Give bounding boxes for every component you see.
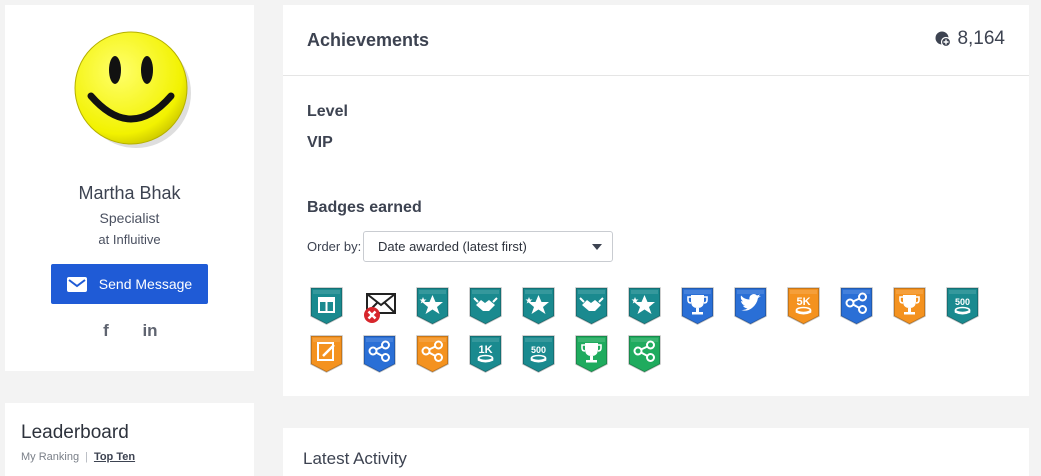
share-badge[interactable]	[362, 334, 397, 374]
points-value: 8,164	[957, 28, 1005, 49]
badge-value-label: 500	[531, 345, 546, 355]
handshake-badge[interactable]	[574, 286, 609, 326]
profile-card: Martha Bhak Specialist at Influitive Sen…	[5, 5, 254, 371]
twitter-badge[interactable]	[733, 286, 768, 326]
achievements-card: Achievements 8,164 Level VIP Badges earn…	[283, 5, 1029, 396]
tab-top-ten[interactable]: Top Ten	[94, 451, 135, 463]
coins-badge[interactable]: 1K	[468, 334, 503, 374]
gift-box-badge[interactable]	[309, 286, 344, 326]
share-badge[interactable]	[839, 286, 874, 326]
stars-badge[interactable]	[627, 286, 662, 326]
coins-badge[interactable]: 5K	[786, 286, 821, 326]
points-icon	[935, 31, 952, 47]
envelope-declined-badge[interactable]	[362, 286, 397, 326]
chevron-down-icon	[592, 244, 602, 250]
order-by-select[interactable]: Date awarded (latest first)	[363, 231, 613, 262]
trophy-badge[interactable]	[574, 334, 609, 374]
edit-badge[interactable]	[309, 334, 344, 374]
achievements-header: Achievements 8,164	[283, 5, 1029, 76]
achievements-title: Achievements	[307, 30, 430, 50]
trophy-badge[interactable]	[892, 286, 927, 326]
profile-company: at Influitive	[98, 232, 161, 247]
facebook-icon[interactable]: f	[94, 319, 118, 343]
share-badge[interactable]	[415, 334, 450, 374]
tab-my-ranking[interactable]: My Ranking	[21, 451, 79, 463]
stars-badge[interactable]	[521, 286, 556, 326]
envelope-icon	[66, 276, 87, 292]
order-by-label: Order by:	[307, 239, 362, 254]
level-value: VIP	[307, 134, 333, 151]
leaderboard-tabs: My Ranking | Top Ten	[21, 451, 135, 463]
trophy-badge[interactable]	[680, 286, 715, 326]
badge-value-label: 1K	[478, 344, 492, 356]
level-label: Level	[307, 103, 348, 120]
tab-separator: |	[85, 451, 88, 463]
points-display: 8,164	[935, 28, 1005, 50]
coins-badge[interactable]: 500	[521, 334, 556, 374]
activity-card: Latest Activity	[283, 428, 1029, 476]
profile-name: Martha Bhak	[78, 183, 181, 203]
badges-grid: 5K 500 1K 500	[309, 286, 1009, 374]
badge-value-label: 5K	[796, 296, 810, 308]
stars-badge[interactable]	[415, 286, 450, 326]
handshake-badge[interactable]	[468, 286, 503, 326]
coins-badge[interactable]: 500	[945, 286, 980, 326]
badge-value-label: 500	[955, 297, 970, 307]
send-message-button[interactable]: Send Message	[51, 264, 208, 304]
linkedin-icon[interactable]: in	[138, 319, 162, 343]
activity-title: Latest Activity	[303, 449, 407, 468]
leaderboard-card: Leaderboard My Ranking | Top Ten	[5, 403, 254, 476]
badges-label: Badges earned	[307, 199, 422, 216]
order-by-value: Date awarded (latest first)	[378, 239, 527, 254]
profile-role: Specialist	[99, 210, 160, 226]
send-message-label: Send Message	[98, 276, 193, 292]
share-badge[interactable]	[627, 334, 662, 374]
avatar[interactable]	[73, 30, 193, 150]
leaderboard-title: Leaderboard	[21, 422, 129, 443]
